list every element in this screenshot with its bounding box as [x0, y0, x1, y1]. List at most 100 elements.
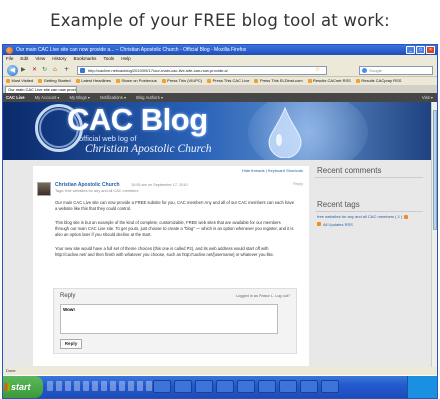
scrollbar-thumb[interactable] — [432, 110, 437, 230]
reply-form: Reply Logged in as Pastor L. Log out? Wo… — [53, 288, 297, 354]
system-tray[interactable] — [407, 376, 437, 398]
taskbar-button[interactable] — [195, 380, 213, 393]
quick-launch-icon[interactable] — [101, 381, 107, 391]
bookmark-item[interactable]: Results CACnet RSS — [308, 77, 351, 85]
bookmark-item[interactable]: Press This CAC Live — [207, 77, 250, 85]
bookmark-star-icon[interactable]: ☆ — [315, 66, 320, 73]
quick-launch-icon[interactable] — [92, 381, 98, 391]
window-title: Our main CAC Live site can now provide a… — [16, 47, 247, 53]
reply-heading: Reply — [60, 293, 76, 299]
bookmark-item[interactable]: Press This ELDinst.com — [254, 77, 303, 85]
menu-history[interactable]: History — [52, 55, 66, 63]
stop-icon[interactable]: ✕ — [32, 66, 37, 74]
post-paragraph: Your new site would have a full set of t… — [55, 246, 275, 257]
all-updates-text[interactable]: All Updates RSS — [323, 222, 353, 228]
taskbar-button[interactable] — [279, 380, 297, 393]
bookmark-item[interactable]: Results CACpray RSS — [356, 77, 401, 85]
post-reply-link[interactable]: Reply — [293, 182, 303, 186]
site-favicon-icon — [80, 68, 85, 73]
reply-textarea[interactable]: Wow! — [60, 304, 278, 334]
logged-in-text[interactable]: Logged in as Pastor L. Log out? — [236, 294, 290, 298]
all-updates-rss[interactable]: All Updates RSS — [315, 222, 423, 228]
bookmark-item[interactable]: Most Visited — [6, 77, 34, 85]
maximize-button[interactable]: □ — [416, 46, 425, 54]
page-add-icon[interactable]: + — [64, 66, 69, 74]
taskbar-button[interactable] — [216, 380, 234, 393]
menu-edit[interactable]: Edit — [20, 55, 28, 63]
avatar — [37, 182, 51, 196]
tab-active[interactable]: Our main CAC Live site can now provid... — [5, 85, 77, 93]
quick-launch-icon[interactable] — [146, 381, 152, 391]
taskbar-button[interactable] — [258, 380, 276, 393]
quick-launch-icon[interactable] — [65, 381, 71, 391]
start-button[interactable]: start — [3, 376, 43, 398]
sidebar: Recent comments Recent tags free website… — [315, 164, 423, 366]
bookmark-item[interactable]: Share on Posterous — [116, 77, 156, 85]
taskbar-button[interactable] — [237, 380, 255, 393]
tab-strip: Our main CAC Live site can now provid... — [3, 85, 437, 93]
menu-view[interactable]: View — [35, 55, 45, 63]
menu-bookmarks[interactable]: Bookmarks — [74, 55, 97, 63]
page-viewport: CAC Blog official web log of Christian A… — [3, 102, 437, 367]
post-tags[interactable]: Tags: free websites for any and all CAC … — [55, 189, 138, 193]
browser-window: Our main CAC Live site can now provide a… — [2, 44, 438, 399]
admin-my-blogs[interactable]: My Blogs ▾ — [70, 93, 91, 102]
post-author[interactable]: Christian Apostolic Church — [55, 182, 120, 188]
menu-bar: File Edit View History Bookmarks Tools H… — [3, 55, 437, 63]
bookmark-item[interactable]: Getting Started — [38, 77, 71, 85]
google-icon — [362, 67, 367, 73]
quick-launch-icon[interactable] — [110, 381, 116, 391]
quick-launch — [47, 381, 152, 391]
search-input[interactable]: Google — [359, 65, 433, 75]
quick-launch-icon[interactable] — [119, 381, 125, 391]
admin-bar: CAC Live My Account ▾ My Blogs ▾ Notific… — [3, 93, 437, 102]
home-icon[interactable]: ⌂ — [53, 66, 57, 74]
thread-links[interactable]: Hide threads | Keyboard Shortcuts — [242, 168, 303, 173]
minimize-button[interactable]: _ — [406, 46, 415, 54]
taskbar-button[interactable] — [174, 380, 192, 393]
taskbar-button[interactable] — [153, 380, 171, 393]
taskbar-button[interactable] — [321, 380, 339, 393]
menu-help[interactable]: Help — [121, 55, 130, 63]
blog-header[interactable]: CAC Blog official web log of Christian A… — [3, 102, 437, 160]
reload-icon[interactable]: ↻ — [42, 66, 47, 74]
search-placeholder: Google — [369, 67, 382, 73]
tag-link-text[interactable]: free websites for any and all CAC member… — [317, 214, 402, 220]
tag-link[interactable]: free websites for any and all CAC member… — [315, 214, 423, 220]
reply-button[interactable]: Reply — [60, 339, 82, 349]
admin-site-link[interactable]: CAC Live — [6, 93, 25, 102]
bookmarks-toolbar: Most Visited Getting Started Latest Head… — [3, 77, 437, 85]
quick-launch-icon[interactable] — [74, 381, 80, 391]
quick-launch-icon[interactable] — [56, 381, 62, 391]
address-bar[interactable]: http://caclive.net/cacblog/2010/09/17/ou… — [77, 65, 327, 75]
taskbar-buttons — [153, 380, 339, 393]
forward-arrow-icon[interactable]: ▶ — [21, 66, 26, 74]
window-titlebar: Our main CAC Live site can now provide a… — [3, 45, 437, 55]
taskbar-button[interactable] — [300, 380, 318, 393]
navigation-toolbar: ◀ ▶ ✕ ↻ ⌂ + http://caclive.net/cacblog/2… — [3, 63, 437, 77]
page-scrollbar[interactable] — [431, 102, 437, 367]
quick-launch-icon[interactable] — [128, 381, 134, 391]
bookmark-item[interactable]: Press This (VIUPC) — [162, 77, 202, 85]
rss-icon[interactable] — [317, 222, 321, 227]
url-text: http://caclive.net/cacblog/2010/09/17/ou… — [88, 67, 228, 73]
firefox-icon — [6, 46, 13, 54]
caption-text: Example of your FREE blog tool at work: — [50, 11, 390, 30]
back-arrow-icon[interactable]: ◀ — [7, 64, 18, 76]
post-date: 10:05 am on September 17, 2010 — [131, 183, 188, 187]
post-paragraph: This blog site is but an example of the … — [55, 220, 294, 237]
admin-blog-authors[interactable]: Blog Authors ▾ — [136, 93, 163, 102]
main-content: Hide threads | Keyboard Shortcuts Christ… — [33, 166, 309, 366]
admin-visit[interactable]: Visit ▾ — [422, 93, 433, 102]
rss-icon[interactable] — [404, 214, 409, 219]
quick-launch-icon[interactable] — [47, 381, 53, 391]
admin-my-account[interactable]: My Account ▾ — [35, 93, 60, 102]
menu-file[interactable]: File — [6, 55, 13, 63]
close-button[interactable]: × — [426, 46, 435, 54]
water-drop-icon — [268, 106, 302, 158]
bookmark-item[interactable]: Latest Headlines — [76, 77, 111, 85]
quick-launch-icon[interactable] — [83, 381, 89, 391]
quick-launch-icon[interactable] — [137, 381, 143, 391]
menu-tools[interactable]: Tools — [103, 55, 114, 63]
admin-notifications[interactable]: Notifications ▾ — [100, 93, 126, 102]
